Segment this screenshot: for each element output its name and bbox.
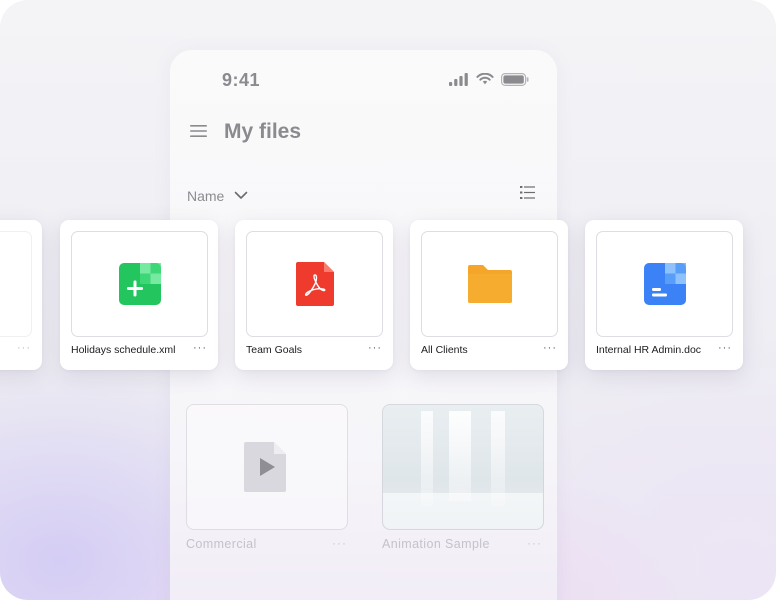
thumbnail-image-panel: [491, 411, 505, 506]
page-title: My files: [224, 120, 302, 143]
animation-sample-thumbnail[interactable]: [382, 404, 544, 530]
file-card-holidays-schedule[interactable]: Holidays schedule.xml ···: [60, 220, 218, 370]
sort-label[interactable]: Name: [187, 188, 224, 204]
battery-icon: [501, 73, 529, 86]
status-time: 9:41: [222, 70, 261, 90]
file-thumbnail: [421, 231, 558, 337]
file-name: Internal HR Admin.doc: [596, 344, 702, 356]
more-options-button[interactable]: ···: [193, 342, 207, 354]
commercial-file-name: Commercial: [186, 537, 257, 551]
file-thumbnail: [71, 231, 208, 337]
thumbnail-image: [421, 411, 433, 506]
folder-icon: [467, 265, 512, 303]
spreadsheet-icon: [118, 263, 161, 305]
animation-sample-file-name: Animation Sample: [382, 537, 490, 551]
file-card-internal-hr-admin[interactable]: Internal HR Admin.doc ···: [585, 220, 743, 370]
file-name: Team Goals: [246, 344, 303, 356]
file-thumbnail: [596, 231, 733, 337]
more-options-button[interactable]: ···: [332, 536, 347, 550]
file-thumbnail: [246, 231, 383, 337]
document-icon: [643, 263, 686, 305]
thumbnail-image-panel: [449, 411, 471, 501]
list-view-icon[interactable]: [520, 185, 535, 200]
pdf-icon: [295, 262, 334, 306]
background-canvas: 9:41 My files Name Commercial ··· Animat…: [0, 0, 776, 600]
hamburger-menu-icon[interactable]: [190, 124, 207, 138]
more-options-button[interactable]: ···: [543, 342, 557, 354]
status-icons: [449, 73, 529, 86]
wifi-icon: [476, 73, 494, 85]
thumbnail-image-floor: [383, 493, 543, 529]
file-card[interactable]: ···: [0, 220, 42, 370]
folder-name: All Clients: [421, 344, 468, 356]
commercial-file-thumbnail[interactable]: [186, 404, 348, 530]
more-options-button[interactable]: ···: [527, 536, 542, 550]
chevron-down-icon[interactable]: [234, 191, 248, 200]
file-thumbnail: [0, 231, 32, 337]
signal-icon: [449, 73, 468, 86]
video-file-icon: [244, 442, 286, 492]
more-options-button[interactable]: ···: [718, 342, 732, 354]
folder-card-all-clients[interactable]: All Clients ···: [410, 220, 568, 370]
file-name: Holidays schedule.xml: [71, 344, 176, 356]
more-options-button[interactable]: ···: [368, 342, 382, 354]
more-options-button[interactable]: ···: [17, 342, 31, 354]
file-card-team-goals[interactable]: Team Goals ···: [235, 220, 393, 370]
